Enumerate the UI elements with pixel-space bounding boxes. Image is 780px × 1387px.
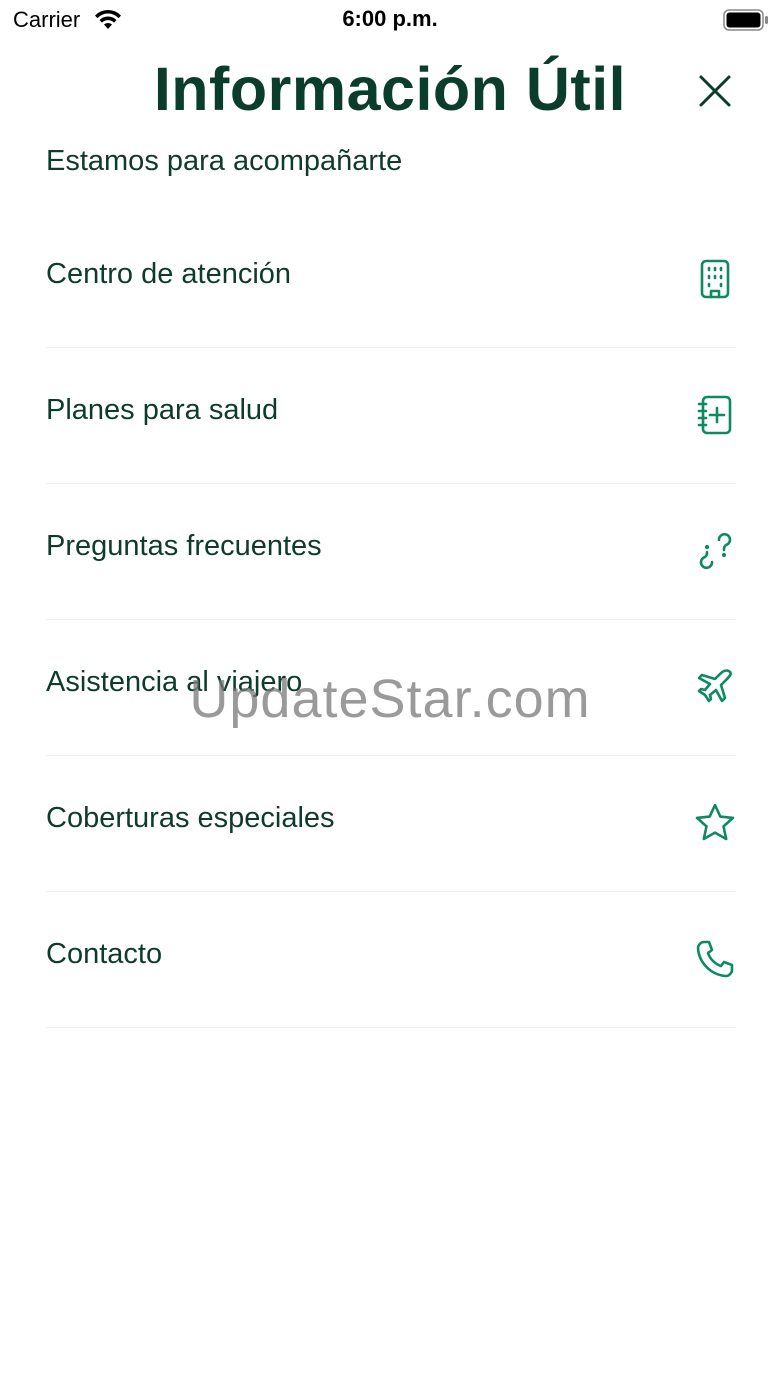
building-icon <box>694 258 736 300</box>
screen: Carrier 6:00 p.m. Información Útil Estam… <box>0 0 780 1387</box>
star-icon <box>694 802 736 844</box>
battery-icon <box>723 9 768 31</box>
subtitle: Estamos para acompañarte <box>46 145 403 177</box>
menu-item-label: Centro de atención <box>46 258 292 290</box>
close-icon <box>699 75 731 107</box>
menu-item-label: Preguntas frecuentes <box>46 530 322 562</box>
menu-item-planes-para-salud[interactable]: Planes para salud <box>46 348 736 484</box>
menu-item-label: Contacto <box>46 938 163 970</box>
menu-item-coberturas-especiales[interactable]: Coberturas especiales <box>46 756 736 892</box>
status-bar: Carrier 6:00 p.m. <box>0 0 780 40</box>
menu-item-label: Asistencia al viajero <box>46 666 303 698</box>
menu-item-centro-de-atencion[interactable]: Centro de atención <box>46 212 736 348</box>
menu-item-label: Planes para salud <box>46 394 279 426</box>
medical-notebook-icon <box>694 394 736 436</box>
clock: 6:00 p.m. <box>342 6 438 31</box>
menu-item-contacto[interactable]: Contacto <box>46 892 736 1028</box>
close-button[interactable] <box>696 72 734 110</box>
question-icon <box>694 530 736 572</box>
menu-item-asistencia-al-viajero[interactable]: Asistencia al viajero <box>46 620 736 756</box>
phone-icon <box>694 938 736 980</box>
menu-item-preguntas-frecuentes[interactable]: Preguntas frecuentes <box>46 484 736 620</box>
menu-item-label: Coberturas especiales <box>46 802 335 834</box>
menu-list: Centro de atención Planes para salud Pre… <box>46 212 736 1028</box>
page-title: Información Útil <box>153 55 627 123</box>
airplane-icon <box>694 666 736 708</box>
